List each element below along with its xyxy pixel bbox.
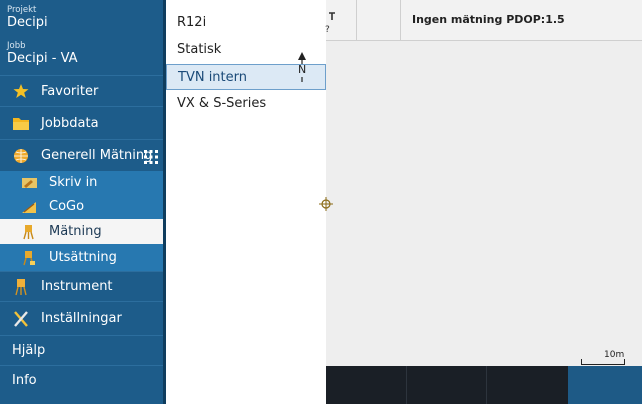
nav-jobdata-label: Jobbdata (41, 115, 99, 131)
softkey-divider (406, 366, 407, 404)
globe-icon (12, 147, 30, 165)
grid-icon[interactable] (144, 149, 158, 164)
list-item-vx-s-series[interactable]: VX & S-Series (166, 90, 326, 116)
scale-label: 10m (604, 350, 625, 360)
nav-settings[interactable]: Inställningar (0, 301, 163, 335)
nav-keyin[interactable]: Skriv in (0, 171, 163, 194)
nav-measure-label: Mätning (49, 224, 102, 239)
nav-favorites[interactable]: Favoriter (0, 75, 163, 106)
softkey-divider (486, 366, 487, 404)
softkey-active[interactable] (568, 366, 642, 404)
nav-cogo[interactable]: CoGo (0, 194, 163, 219)
status-cell-instrument[interactable]: ? (325, 0, 357, 40)
nav-help-label: Hjälp (12, 343, 46, 358)
nav-favorites-label: Favoriter (41, 83, 99, 99)
main-menu-sidebar: Projekt Decipi Jobb Decipi - VA Favorite… (0, 0, 163, 404)
nav-keyin-label: Skriv in (49, 175, 98, 190)
cogo-icon (20, 198, 38, 216)
nav-info-label: Info (12, 373, 37, 388)
map-cursor-icon (319, 196, 333, 211)
job-label: Jobb (7, 41, 26, 51)
status-cell-target[interactable] (356, 0, 401, 40)
nav-help[interactable]: Hjälp (0, 335, 163, 365)
measure-icon (20, 223, 38, 241)
nav-cogo-label: CoGo (49, 199, 85, 214)
nav-general-measure[interactable]: Generell Mätning (0, 139, 163, 171)
project-name: Decipi (7, 15, 48, 30)
list-item-r12i[interactable]: R12i (166, 9, 326, 35)
job-name: Decipi - VA (7, 51, 78, 66)
tripod-icon (329, 12, 335, 20)
project-label: Projekt (7, 5, 37, 15)
map-view[interactable] (326, 0, 642, 366)
folder-icon (12, 114, 30, 132)
nav-info[interactable]: Info (0, 365, 163, 395)
instrument-icon (12, 278, 30, 296)
star-icon (12, 82, 30, 100)
tools-icon (12, 310, 30, 328)
status-bar[interactable]: ? Ingen mätning PDOP:1.5 (325, 0, 642, 41)
job-info[interactable]: Jobb Decipi - VA (7, 41, 78, 66)
nav-jobdata[interactable]: Jobbdata (0, 106, 163, 139)
nav-instrument[interactable]: Instrument (0, 271, 163, 301)
nav-stakeout[interactable]: Utsättning (0, 244, 163, 271)
stakeout-icon (20, 249, 38, 267)
softkey-bar (326, 366, 642, 404)
nav-measure[interactable]: Mätning (0, 219, 163, 244)
north-label: N (298, 63, 307, 76)
nav-settings-label: Inställningar (41, 311, 122, 326)
nav-stakeout-label: Utsättning (49, 250, 117, 265)
status-symbol: ? (325, 25, 330, 35)
keyin-icon (20, 174, 38, 192)
status-text: Ingen mätning PDOP:1.5 (412, 13, 565, 26)
north-arrow-icon: N (296, 52, 308, 82)
nav-general-measure-label: Generell Mätning (41, 148, 153, 163)
project-info[interactable]: Projekt Decipi (7, 5, 48, 30)
nav-instrument-label: Instrument (41, 279, 113, 294)
